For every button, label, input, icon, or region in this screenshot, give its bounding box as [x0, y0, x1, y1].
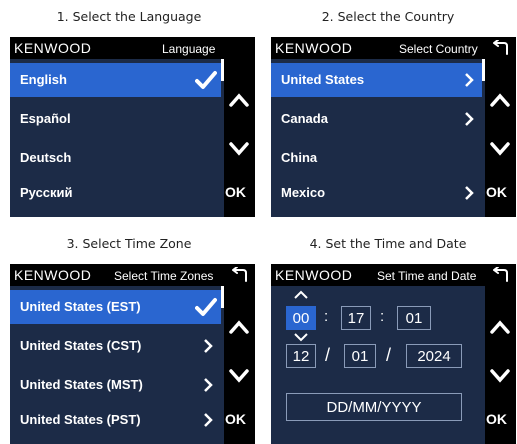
chevron-down-icon[interactable]	[487, 137, 513, 159]
back-arrow-icon[interactable]	[490, 267, 510, 283]
ok-button[interactable]: OK	[486, 411, 507, 427]
list-item-label: English	[20, 72, 67, 87]
chevron-down-icon[interactable]	[487, 364, 513, 386]
year-field[interactable]: 2024	[406, 344, 462, 368]
side-controls: OK	[224, 286, 255, 444]
caption-timezone: 3. Select Time Zone	[66, 236, 192, 251]
hour-field[interactable]: 00	[286, 306, 316, 330]
list-item-label: Español	[20, 111, 71, 126]
list-item-label: Русский	[20, 185, 73, 200]
ok-button[interactable]: OK	[225, 184, 246, 200]
language-panel: KENWOOD Language English Español Deutsch…	[10, 37, 255, 217]
list-item-mst[interactable]: United States (MST)	[10, 368, 221, 402]
time-separator: :	[324, 308, 329, 325]
chevron-up-icon[interactable]	[487, 316, 513, 338]
list-item-cst[interactable]: United States (CST)	[10, 329, 221, 363]
brand-logo: KENWOOD	[14, 267, 92, 283]
panel-title: Language	[162, 42, 216, 56]
month-field[interactable]: 01	[344, 344, 376, 368]
date-separator: /	[386, 345, 392, 365]
datetime-panel: KENWOOD Set Time and Date 00 : 17 : 01 1…	[271, 264, 516, 444]
list-item-label: United States (CST)	[20, 338, 142, 353]
list-item-label: United States (PST)	[20, 412, 141, 427]
country-panel: KENWOOD Select Country United States Can…	[271, 37, 516, 217]
chevron-up-icon[interactable]	[226, 89, 252, 111]
date-format-button[interactable]: DD/MM/YYYY	[286, 393, 462, 421]
ok-button[interactable]: OK	[225, 411, 246, 427]
chevron-up-icon[interactable]	[293, 290, 309, 300]
chevron-right-icon	[465, 73, 474, 87]
check-icon	[195, 298, 217, 316]
list-item-espanol[interactable]: Español	[10, 102, 221, 136]
country-list: United States Canada China Mexico	[271, 59, 485, 217]
panel-title: Set Time and Date	[377, 269, 477, 283]
check-icon	[195, 71, 217, 89]
side-controls: OK	[485, 286, 516, 444]
timezone-panel: KENWOOD Select Time Zones United States …	[10, 264, 255, 444]
chevron-right-icon	[204, 339, 213, 353]
back-arrow-icon[interactable]	[490, 40, 510, 56]
second-field[interactable]: 01	[397, 306, 431, 330]
brand-logo: KENWOOD	[275, 40, 353, 56]
time-separator: :	[380, 308, 385, 325]
caption-country: 2. Select the Country	[321, 9, 455, 24]
chevron-right-icon	[204, 413, 213, 427]
chevron-down-icon[interactable]	[226, 137, 252, 159]
day-field[interactable]: 12	[286, 344, 316, 368]
minute-field[interactable]: 17	[341, 306, 371, 330]
list-item-china[interactable]: China	[271, 141, 482, 175]
panel-title: Select Time Zones	[114, 269, 214, 283]
chevron-up-icon[interactable]	[487, 89, 513, 111]
list-item-russian[interactable]: Русский	[10, 176, 221, 210]
brand-logo: KENWOOD	[14, 40, 92, 56]
list-item-deutsch[interactable]: Deutsch	[10, 141, 221, 175]
brand-logo: KENWOOD	[275, 267, 353, 283]
list-item-united-states[interactable]: United States	[271, 63, 482, 97]
timezone-list: United States (EST) United States (CST) …	[10, 286, 224, 444]
chevron-right-icon	[204, 378, 213, 392]
list-item-label: China	[281, 150, 318, 165]
caption-language: 1. Select the Language	[56, 9, 202, 24]
side-controls: OK	[485, 59, 516, 217]
language-list: English Español Deutsch Русский	[10, 59, 224, 217]
chevron-down-icon[interactable]	[226, 364, 252, 386]
back-arrow-icon[interactable]	[229, 267, 249, 283]
chevron-right-icon	[465, 186, 474, 200]
list-item-label: United States	[281, 72, 365, 87]
list-item-label: United States (MST)	[20, 377, 143, 392]
chevron-right-icon	[465, 112, 474, 126]
list-item-english[interactable]: English	[10, 63, 221, 97]
caption-datetime: 4. Set the Time and Date	[309, 236, 467, 251]
chevron-up-icon[interactable]	[226, 316, 252, 338]
chevron-down-icon[interactable]	[293, 332, 309, 342]
date-separator: /	[325, 345, 331, 365]
list-item-label: Mexico	[281, 185, 326, 200]
panel-title: Select Country	[399, 42, 478, 56]
list-item-label: Deutsch	[20, 150, 72, 165]
list-item-mexico[interactable]: Mexico	[271, 176, 482, 210]
list-item-canada[interactable]: Canada	[271, 102, 482, 136]
list-item-pst[interactable]: United States (PST)	[10, 403, 221, 437]
datetime-editor: 00 : 17 : 01 12 / 01 / 2024 DD/MM/YYYY	[271, 286, 485, 444]
list-item-label: United States (EST)	[20, 299, 141, 314]
list-item-est[interactable]: United States (EST)	[10, 290, 221, 324]
side-controls: OK	[224, 59, 255, 217]
ok-button[interactable]: OK	[486, 184, 507, 200]
list-item-label: Canada	[281, 111, 328, 126]
